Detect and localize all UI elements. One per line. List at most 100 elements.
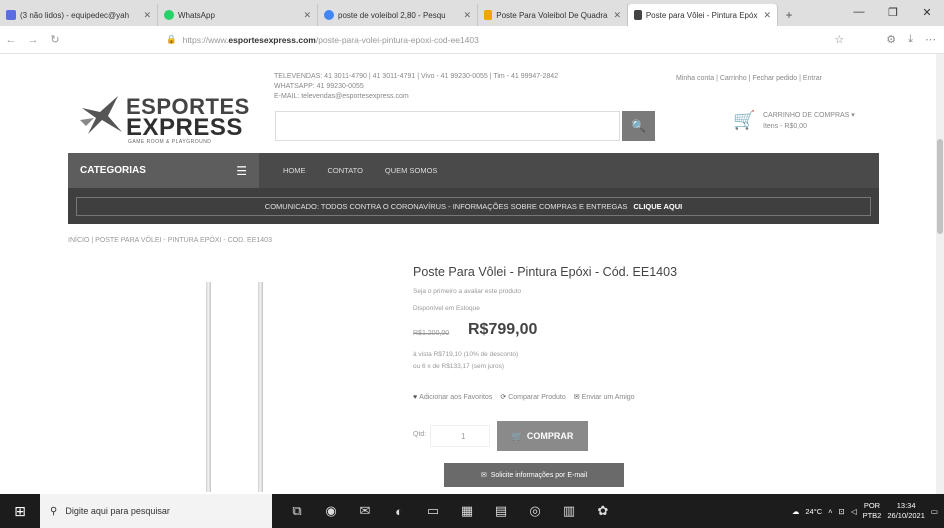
tab-poste-quadra[interactable]: Poste Para Voleibol De Quadra ✕: [478, 4, 628, 26]
close-icon[interactable]: ✕: [457, 10, 471, 21]
scrollbar-thumb[interactable]: [937, 139, 943, 234]
buy-button[interactable]: 🛒 COMPRAR: [497, 421, 588, 451]
tab-whatsapp[interactable]: WhatsApp ✕: [158, 4, 318, 26]
volume-icon[interactable]: ◁: [851, 507, 857, 516]
favorite-star-icon[interactable]: ☆: [834, 33, 844, 46]
close-icon[interactable]: ✕: [757, 10, 771, 21]
weather-icon[interactable]: ☁: [792, 507, 800, 516]
reload-icon[interactable]: ↻: [44, 29, 66, 51]
close-window-icon[interactable]: ✕: [910, 2, 944, 22]
categories-menu[interactable]: CATEGORIAS ☰: [68, 153, 259, 188]
tab-email[interactable]: (3 não lidos) - equipedec@yah ✕: [0, 4, 158, 26]
app-icon[interactable]: ✿: [586, 494, 620, 528]
esportes-express-icon: [634, 10, 642, 20]
review-link[interactable]: Seja o primeiro a avaliar este produto: [413, 288, 521, 295]
windows-start-icon[interactable]: ⊞: [0, 494, 40, 528]
heart-icon: ♥: [413, 393, 418, 401]
nav-quem-somos[interactable]: QUEM SOMOS: [385, 166, 438, 175]
taskbar-search-placeholder: Digite aqui para pesquisar: [65, 506, 170, 516]
contact-email: E-MAIL: televendas@esportesexpress.com: [274, 93, 409, 100]
word-icon[interactable]: ▤: [484, 494, 518, 528]
url-field[interactable]: 🔒 https://www. esportesexpress.com/poste-…: [166, 34, 766, 45]
url-prefix: https://www.: [182, 34, 229, 45]
runner-logo-icon: [80, 96, 122, 134]
request-info-button[interactable]: ✉ Solicite informações por E-mail: [444, 463, 624, 487]
cart-items: Itens - R$0,00: [763, 123, 807, 130]
calculator-icon[interactable]: ▥: [552, 494, 586, 528]
promo-cta-link[interactable]: CLIQUE AQUI: [633, 202, 682, 211]
hamburger-icon: ☰: [236, 163, 247, 178]
new-tab-button[interactable]: +: [778, 4, 800, 26]
tab-title: (3 não lidos) - equipedec@yah: [20, 10, 130, 20]
site-info-icon[interactable]: 🔒: [166, 34, 177, 45]
weather-temp[interactable]: 24°C: [805, 507, 822, 516]
notifications-icon[interactable]: ▭: [931, 507, 938, 516]
quantity-input[interactable]: 1: [430, 425, 490, 447]
buy-label: COMPRAR: [526, 431, 574, 441]
product-actions: ♥ Adicionar aos Favoritos ⟳ Comparar Produ…: [413, 393, 635, 402]
download-icon[interactable]: ⤓: [908, 33, 913, 46]
mail-icon[interactable]: ✉: [348, 494, 382, 528]
tab-google-search[interactable]: poste de voleibol 2,80 - Pesqu ✕: [318, 4, 478, 26]
cash-price: à vista R$719,10 (10% de desconto): [413, 351, 519, 358]
language-indicator[interactable]: POR PTB2: [863, 501, 882, 521]
pole-right: [258, 282, 263, 492]
envelope-icon: ✉: [573, 394, 580, 401]
page-scrollbar[interactable]: [936, 54, 944, 494]
tray-expand-icon[interactable]: ˄: [828, 507, 832, 516]
back-icon[interactable]: ←: [0, 29, 22, 51]
address-bar: ← → ↻ 🔒 https://www. esportesexpress.com /…: [0, 26, 944, 54]
file-explorer-icon[interactable]: ▭: [416, 494, 450, 528]
nav-home[interactable]: HOME: [283, 166, 306, 175]
nav-contato[interactable]: CONTATO: [328, 166, 363, 175]
cart-icon: 🛒: [733, 110, 756, 130]
tab-poste-volei-active[interactable]: Poste para Vôlei - Pintura Epóx ✕: [628, 4, 778, 26]
availability: Disponível em Estoque: [413, 305, 480, 312]
network-icon[interactable]: ⊡: [839, 507, 845, 516]
site-search-input[interactable]: [275, 111, 620, 141]
product-title: Poste Para Vôlei - Pintura Epóxi - Cód. …: [413, 265, 678, 279]
installments: ou 6 x de R$133,17 (sem juros): [413, 363, 505, 370]
collections-icon[interactable]: ⚙: [886, 33, 896, 46]
quantity-label: Qtd:: [413, 431, 427, 438]
breadcrumb[interactable]: INÍCIO | POSTE PARA VÔLEI - PINTURA EPÓX…: [68, 237, 272, 244]
promo-text: COMUNICADO: TODOS CONTRA O CORONAVÍRUS -…: [264, 201, 628, 211]
shopping-cart[interactable]: 🛒 CARRINHO DE COMPRAS ▾ Itens - R$0,00: [733, 110, 855, 134]
logo-text-express: EXPRESS: [126, 114, 243, 141]
window-controls: — ❐ ✕: [842, 2, 944, 22]
product-image[interactable]: [180, 282, 300, 492]
search-button[interactable]: 🔍: [622, 111, 655, 141]
site-icon: [484, 10, 493, 20]
browser-icon[interactable]: ◎: [518, 494, 552, 528]
contact-whatsapp: WHATSAPP: 41 99230-0055: [274, 83, 364, 90]
excel-icon[interactable]: ▦: [450, 494, 484, 528]
close-icon[interactable]: ✕: [607, 10, 621, 21]
minimize-icon[interactable]: —: [842, 2, 876, 22]
close-icon[interactable]: ✕: [137, 10, 151, 21]
forward-icon[interactable]: →: [22, 29, 44, 51]
contact-info: TELEVENDAS: 41 3011-4790 | 41 3011-4791 …: [274, 72, 674, 102]
task-view-icon[interactable]: ⧉: [280, 494, 314, 528]
tab-title: poste de voleibol 2,80 - Pesqu: [338, 10, 446, 20]
cart-icon: 🛒: [511, 430, 523, 441]
close-icon[interactable]: ✕: [297, 10, 311, 21]
compare-action[interactable]: ⟳ Comparar Produto: [500, 393, 565, 401]
tab-title: WhatsApp: [178, 10, 215, 20]
whatsapp-icon: [164, 10, 174, 20]
restore-icon[interactable]: ❐: [876, 2, 910, 22]
tab-title: Poste Para Voleibol De Quadra: [496, 10, 608, 20]
envelope-icon: ✉: [480, 472, 487, 479]
price: R$799,00: [468, 321, 538, 338]
wishlist-action[interactable]: ♥ Adicionar aos Favoritos: [413, 394, 492, 401]
chrome-icon[interactable]: ◉: [314, 494, 348, 528]
url-path: /poste-para-volei-pintura-epoxi-cod-ee14…: [315, 34, 479, 45]
edge-icon[interactable]: ◐: [382, 494, 416, 528]
clock[interactable]: 13:34 26/10/2021: [887, 501, 925, 521]
categories-label: CATEGORIAS: [80, 165, 146, 176]
menu-icon[interactable]: ⋯: [925, 33, 936, 46]
cart-title: CARRINHO DE COMPRAS ▾: [763, 112, 855, 119]
account-links[interactable]: Minha conta | Carrinho | Fechar pedido |…: [676, 75, 822, 82]
taskbar-search-input[interactable]: ⚲ Digite aqui para pesquisar: [40, 494, 272, 528]
site-logo[interactable]: ESPORTES EXPRESS GAME ROOM & PLAYGROUND: [78, 88, 253, 150]
share-action[interactable]: ✉ Enviar um Amigo: [574, 393, 635, 401]
